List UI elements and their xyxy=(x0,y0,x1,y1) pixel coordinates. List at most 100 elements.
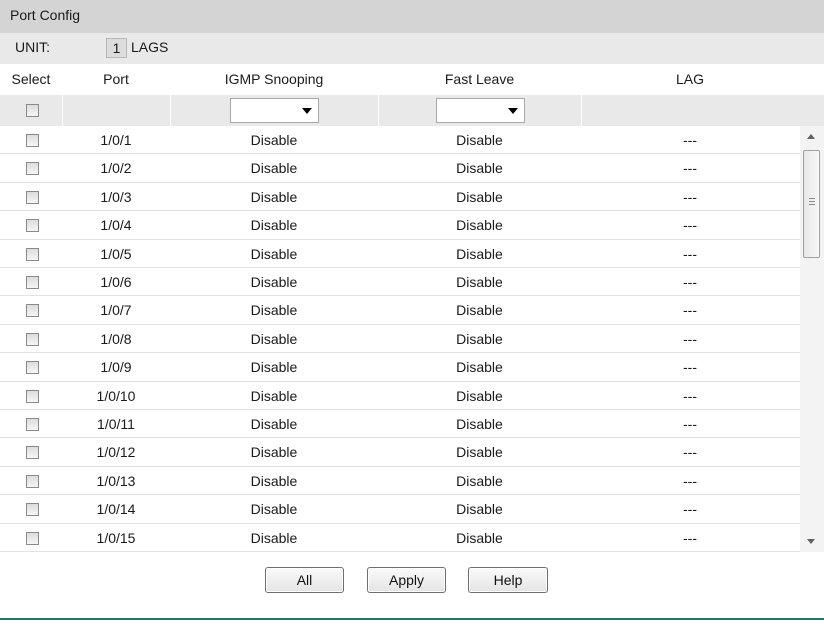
column-divider xyxy=(378,95,379,126)
port-table-body: 1/0/1 Disable Disable --- 1/0/2 Disable Disabl… xyxy=(0,126,800,552)
port-cell: 1/0/9 xyxy=(100,359,132,376)
igmp-snooping-cell: Disable xyxy=(250,274,298,290)
table-row: 1/0/3 Disable Disable --- xyxy=(0,182,800,212)
row-select-checkbox[interactable] xyxy=(26,276,39,289)
table-row: 1/0/15 Disable Disable --- xyxy=(0,523,800,552)
row-select-checkbox[interactable] xyxy=(26,190,39,204)
fast-leave-cell: Disable xyxy=(456,302,503,319)
igmp-snooping-dropdown[interactable] xyxy=(230,98,319,123)
chevron-down-icon xyxy=(302,108,312,114)
lag-cell: --- xyxy=(683,188,697,205)
port-cell: 1/0/4 xyxy=(100,217,132,234)
lag-cell: --- xyxy=(683,330,697,347)
table-scrollbar[interactable] xyxy=(800,126,824,552)
port-cell: 1/0/5 xyxy=(100,245,132,262)
row-select-checkbox[interactable] xyxy=(26,474,39,488)
row-select-checkbox[interactable] xyxy=(26,418,39,431)
lag-cell: --- xyxy=(683,217,697,234)
igmp-snooping-cell: Disable xyxy=(250,245,298,262)
chevron-down-icon xyxy=(508,108,518,114)
igmp-snooping-cell: Disable xyxy=(250,416,298,432)
port-cell: 1/0/3 xyxy=(100,188,132,205)
column-header-lag: LAG xyxy=(675,71,704,87)
lag-cell: --- xyxy=(683,472,697,489)
select-all-checkbox[interactable] xyxy=(26,104,39,117)
igmp-snooping-cell: Disable xyxy=(250,188,298,205)
row-select-checkbox[interactable] xyxy=(26,247,39,261)
fast-leave-cell: Disable xyxy=(456,387,503,404)
port-cell: 1/0/11 xyxy=(97,416,135,432)
igmp-snooping-cell: Disable xyxy=(250,330,298,347)
table-row: 1/0/8 Disable Disable --- xyxy=(0,324,800,354)
all-button[interactable]: All xyxy=(265,567,344,593)
column-divider xyxy=(62,95,63,126)
table-row: 1/0/12 Disable Disable --- xyxy=(0,438,800,467)
lag-cell: --- xyxy=(683,160,697,177)
table-row: 1/0/9 Disable Disable --- xyxy=(0,353,800,382)
column-divider xyxy=(581,95,582,126)
row-select-checkbox[interactable] xyxy=(26,503,39,517)
row-select-checkbox[interactable] xyxy=(26,446,39,460)
table-row: 1/0/2 Disable Disable --- xyxy=(0,154,800,183)
table-row: 1/0/7 Disable Disable --- xyxy=(0,296,800,325)
scroll-down-arrow-icon[interactable] xyxy=(807,539,815,544)
port-cell: 1/0/12 xyxy=(96,444,136,461)
grip-line xyxy=(809,204,815,205)
row-select-checkbox[interactable] xyxy=(26,332,39,346)
column-header-select: Select xyxy=(11,71,51,87)
igmp-snooping-cell: Disable xyxy=(250,472,298,489)
fast-leave-cell: Disable xyxy=(456,274,503,290)
row-select-checkbox[interactable] xyxy=(26,219,39,233)
table-row: 1/0/13 Disable Disable --- xyxy=(0,466,800,496)
scroll-up-arrow-icon[interactable] xyxy=(807,134,815,139)
table-row: 1/0/10 Disable Disable --- xyxy=(0,381,800,410)
table-row: 1/0/14 Disable Disable --- xyxy=(0,495,800,524)
igmp-snooping-cell: Disable xyxy=(250,217,298,234)
row-select-checkbox[interactable] xyxy=(26,531,39,545)
lag-cell: --- xyxy=(683,302,697,319)
fast-leave-cell: Disable xyxy=(456,359,503,376)
igmp-snooping-cell: Disable xyxy=(250,529,298,546)
port-cell: 1/0/15 xyxy=(96,529,136,546)
igmp-snooping-cell: Disable xyxy=(250,444,298,461)
fast-leave-dropdown[interactable] xyxy=(436,98,525,123)
row-select-checkbox[interactable] xyxy=(26,162,39,176)
panel-title-bar: Port Config xyxy=(0,0,824,33)
port-cell: 1/0/13 xyxy=(96,472,136,489)
port-cell: 1/0/14 xyxy=(96,501,136,518)
port-cell: 1/0/2 xyxy=(100,160,132,177)
row-select-checkbox[interactable] xyxy=(26,134,39,147)
lag-cell: --- xyxy=(683,529,697,546)
row-select-checkbox[interactable] xyxy=(26,389,39,403)
lag-cell: --- xyxy=(683,245,697,262)
help-button[interactable]: Help xyxy=(468,567,548,593)
fast-leave-cell: Disable xyxy=(456,330,503,347)
grip-line xyxy=(809,198,815,199)
lags-link[interactable]: LAGS xyxy=(131,39,168,55)
fast-leave-cell: Disable xyxy=(456,245,503,262)
column-divider xyxy=(170,95,171,126)
row-select-checkbox[interactable] xyxy=(26,304,39,318)
apply-button[interactable]: Apply xyxy=(367,567,446,593)
scrollbar-thumb[interactable] xyxy=(803,150,820,258)
table-row: 1/0/4 Disable Disable --- xyxy=(0,211,800,240)
unit-1-selector[interactable]: 1 xyxy=(106,38,127,58)
port-cell: 1/0/1 xyxy=(100,132,132,148)
footer-divider xyxy=(0,618,824,620)
unit-bar: UNIT: 1 LAGS xyxy=(0,33,824,64)
lag-cell: --- xyxy=(683,444,697,461)
panel-title: Port Config xyxy=(10,7,81,23)
fast-leave-cell: Disable xyxy=(456,472,503,489)
column-header-port: Port xyxy=(103,71,129,87)
fast-leave-cell: Disable xyxy=(456,444,503,461)
lag-cell: --- xyxy=(683,359,697,376)
row-select-checkbox[interactable] xyxy=(26,361,39,375)
igmp-snooping-cell: Disable xyxy=(250,359,298,376)
fast-leave-cell: Disable xyxy=(456,217,503,234)
column-header-igmp-snooping: IGMP Snooping xyxy=(224,71,324,87)
lag-cell: --- xyxy=(683,501,697,518)
port-cell: 1/0/8 xyxy=(100,330,132,347)
table-row: 1/0/11 Disable Disable --- xyxy=(0,410,800,439)
igmp-snooping-cell: Disable xyxy=(250,302,298,319)
lag-cell: --- xyxy=(683,274,697,290)
